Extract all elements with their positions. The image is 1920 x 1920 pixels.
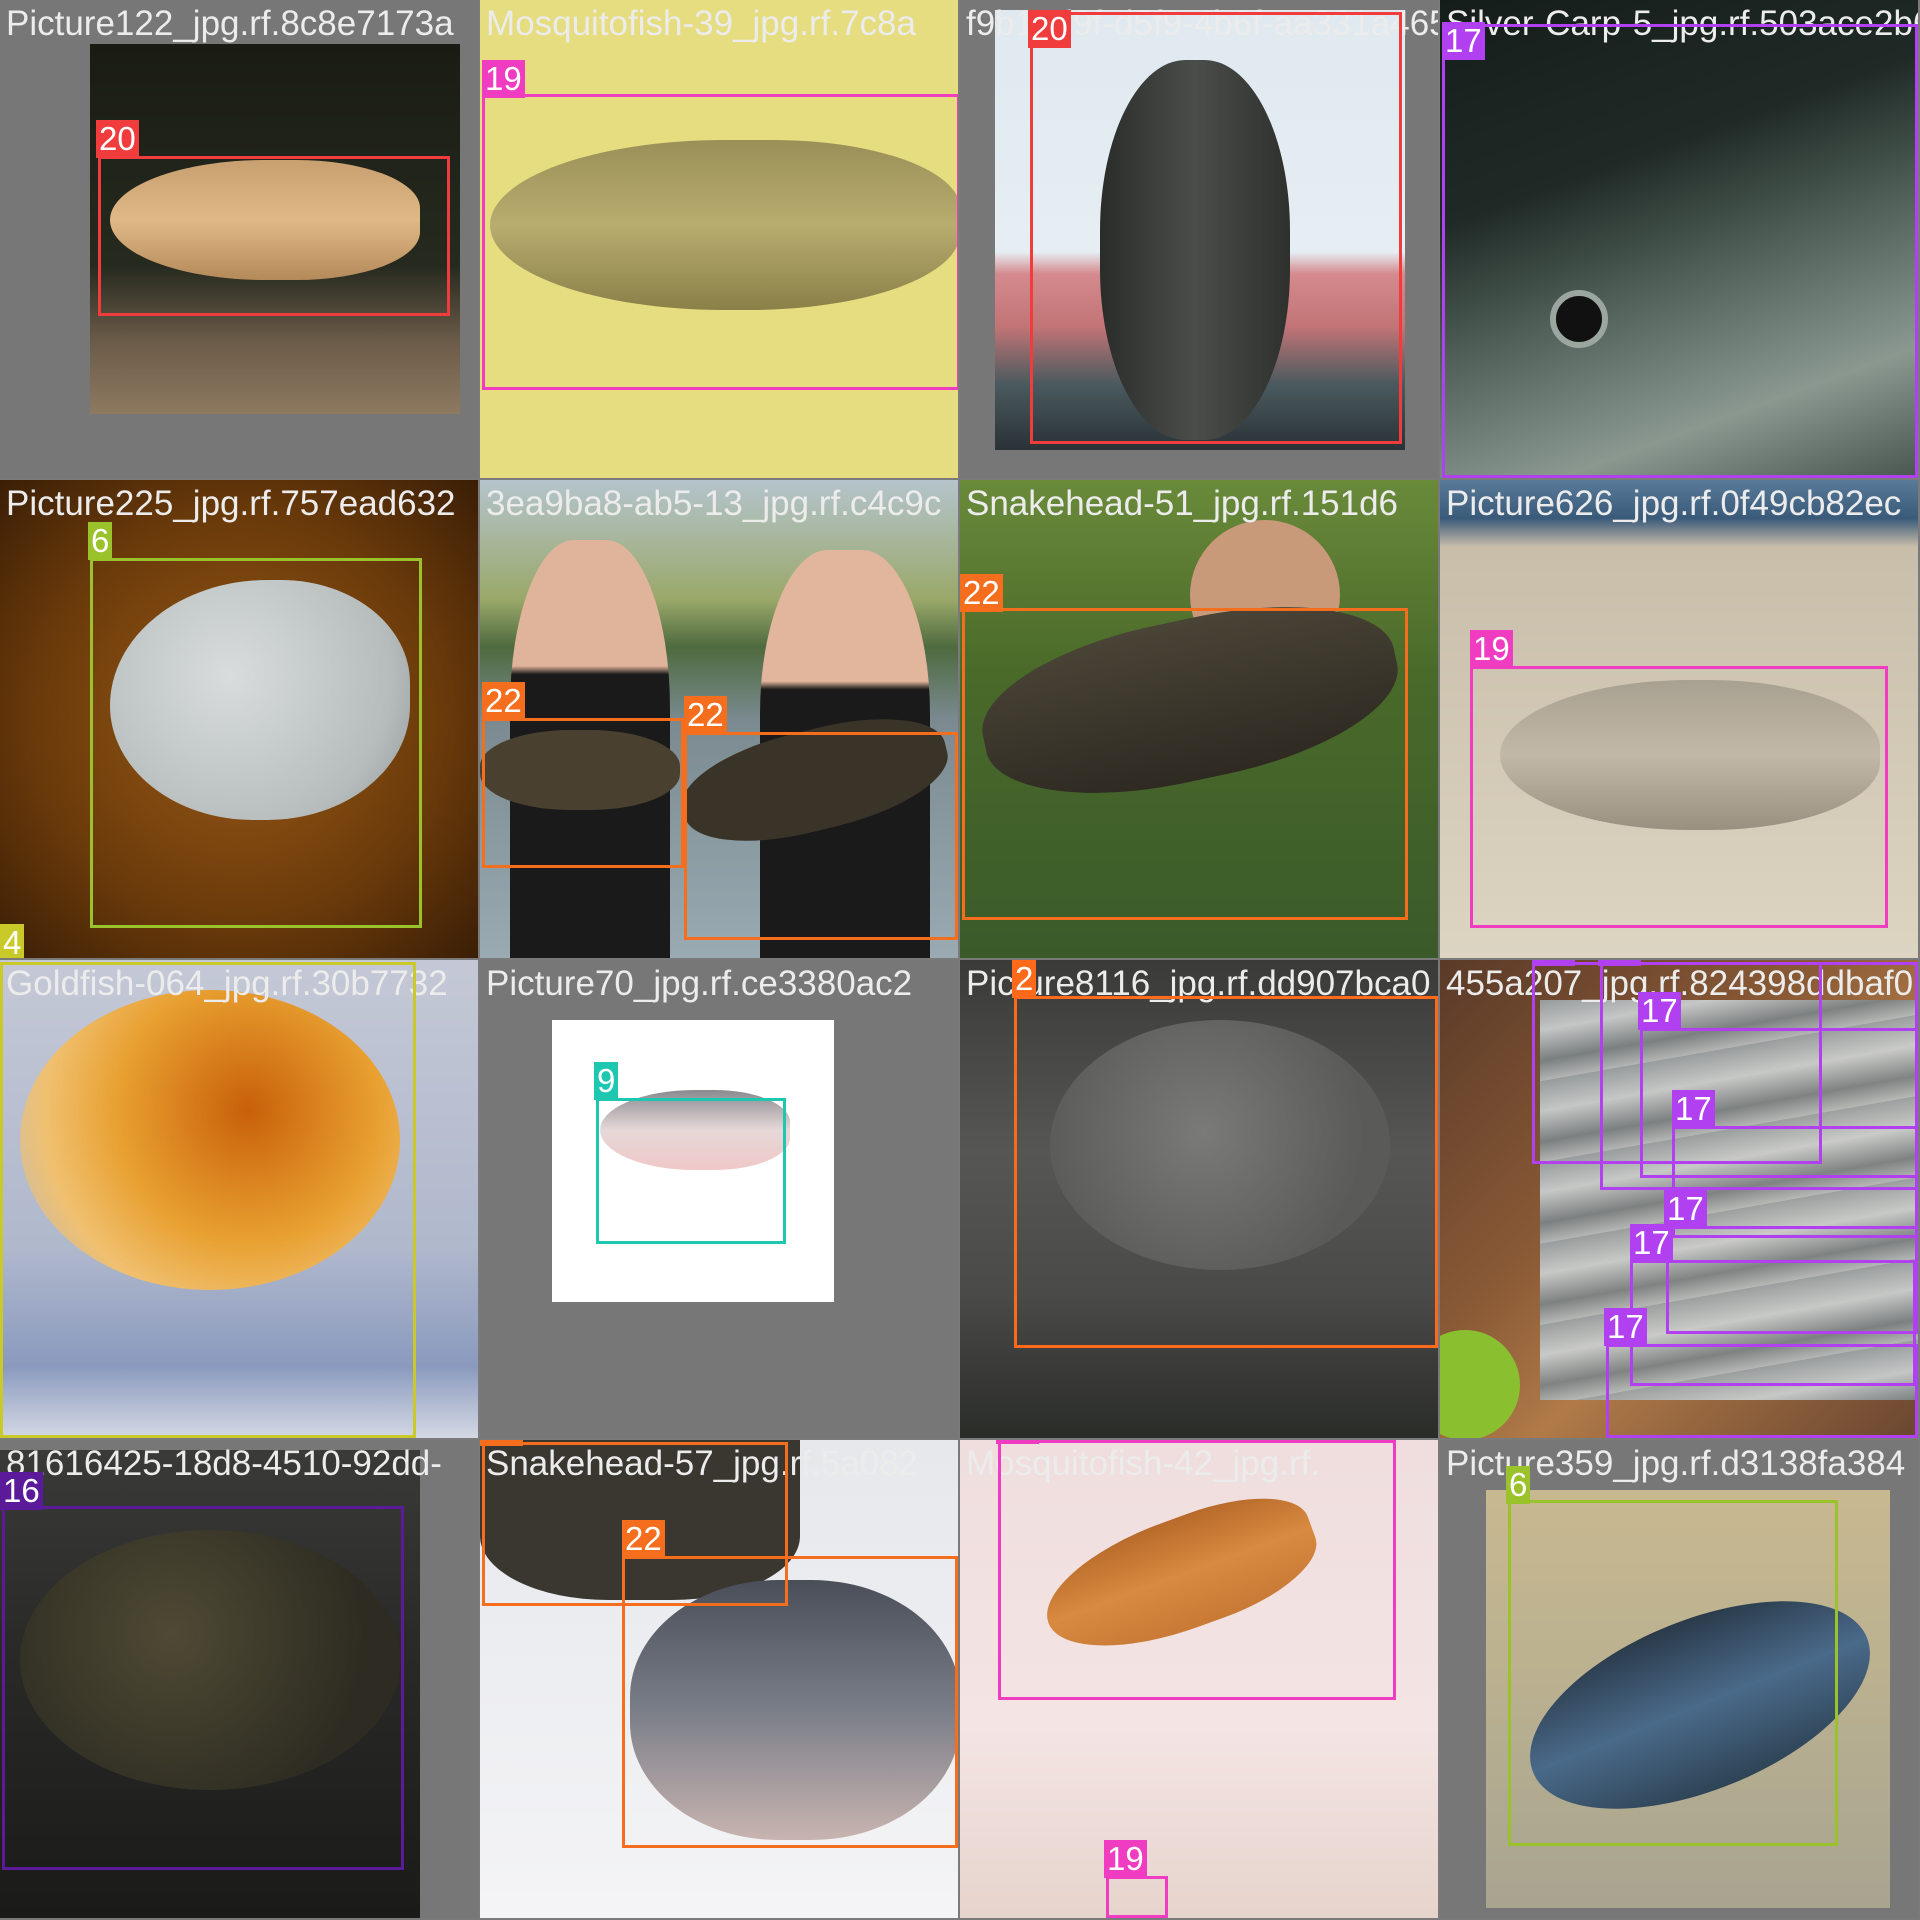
class-label: 19 [1470, 630, 1513, 668]
bbox [1470, 666, 1888, 928]
class-label: 6 [1506, 1466, 1531, 1504]
bbox [1442, 24, 1918, 478]
tile-1: Picture122_jpg.rf.8c8e7173a 20 [0, 0, 478, 478]
bbox [1508, 1500, 1838, 1846]
bbox [1672, 1126, 1918, 1238]
tile-11: Picture8116_jpg.rf.dd907bca0 2 [960, 960, 1438, 1438]
class-label: 2 [1012, 960, 1037, 998]
class-label: 17 [1664, 1190, 1707, 1228]
tile-6: 3ea9ba8-ab5-13_jpg.rf.c4c9c 22 22 [480, 480, 958, 958]
tile-4: Silver-Carp-5_jpg.rf.503ace2b6 17 [1440, 0, 1918, 478]
tile-filename: 81616425-18d8-4510-92dd- [6, 1444, 442, 1483]
class-label: 17 [1630, 1224, 1673, 1262]
class-label: 17 [1638, 992, 1681, 1030]
class-label: 4 [0, 924, 25, 958]
class-label: 17 [1672, 1090, 1715, 1128]
class-label: 16 [0, 1472, 43, 1510]
tile-5: Picture225_jpg.rf.757ead632 6 4 [0, 480, 478, 958]
class-label: 22 [684, 696, 727, 734]
tile-3: f9b19d9f-d5f9-4b6f-aa331a465 20 [960, 0, 1438, 478]
tile-9: Goldfish-064_jpg.rf.30b7732 [0, 960, 478, 1438]
class-label: 17 [1598, 960, 1641, 966]
bbox [0, 962, 416, 1438]
class-label: 6 [88, 522, 113, 560]
bbox [962, 608, 1408, 920]
tile-2: Mosquitofish-39_jpg.rf.7c8a 19 [480, 0, 958, 478]
tile-13: 81616425-18d8-4510-92dd- 16 [0, 1440, 478, 1918]
tile-filename: Picture626_jpg.rf.0f49cb82ec [1446, 484, 1902, 523]
bbox [482, 718, 684, 868]
class-label: 22 [482, 682, 525, 720]
class-label: 20 [1028, 10, 1071, 48]
class-label: 22 [622, 1520, 665, 1558]
class-label: 22 [960, 574, 1003, 612]
tile-7: Snakehead-51_jpg.rf.151d6 22 [960, 480, 1438, 958]
bbox [90, 558, 422, 928]
bbox [684, 732, 958, 940]
class-label: 22 [480, 1440, 523, 1446]
tile-8: Picture626_jpg.rf.0f49cb82ec 19 [1440, 480, 1918, 958]
class-label: 19 [482, 60, 525, 98]
class-label: 17 [1442, 22, 1485, 60]
bbox [1030, 12, 1402, 444]
class-label: 19 [996, 1440, 1039, 1444]
bbox [622, 1556, 958, 1848]
tile-filename: Picture225_jpg.rf.757ead632 [6, 484, 456, 523]
class-label: 20 [96, 120, 139, 158]
tile-filename: Mosquitofish-39_jpg.rf.7c8a [486, 4, 916, 43]
bbox [1106, 1876, 1168, 1918]
bbox [1606, 1344, 1918, 1438]
bbox [98, 156, 450, 316]
tile-12: 455a207_jpg.rf.824398ddbaf0 17 17 17 17 … [1440, 960, 1918, 1438]
bbox [1014, 996, 1438, 1348]
tile-filename: 3ea9ba8-ab5-13_jpg.rf.c4c9c [486, 484, 942, 523]
class-label: 17 [1604, 1308, 1647, 1346]
tile-filename: Picture122_jpg.rf.8c8e7173a [6, 4, 454, 43]
bbox [2, 1506, 404, 1870]
tile-filename: Picture70_jpg.rf.ce3380ac2 [486, 964, 913, 1003]
tile-14: Snakehead-57_jpg.rf.5a082 22 22 [480, 1440, 958, 1918]
class-label: 19 [1104, 1840, 1147, 1878]
bbox [482, 94, 958, 390]
tile-16: Picture359_jpg.rf.d3138fa384 6 [1440, 1440, 1918, 1918]
bbox [596, 1098, 786, 1244]
tile-filename: Snakehead-51_jpg.rf.151d6 [966, 484, 1399, 523]
tile-10: Picture70_jpg.rf.ce3380ac2 9 [480, 960, 958, 1438]
tile-15: Mosquitofish-42_jpg.rf. 19 19 [960, 1440, 1438, 1918]
bbox [998, 1440, 1396, 1700]
class-label: 9 [594, 1062, 619, 1100]
class-label: 17 [1532, 960, 1575, 966]
